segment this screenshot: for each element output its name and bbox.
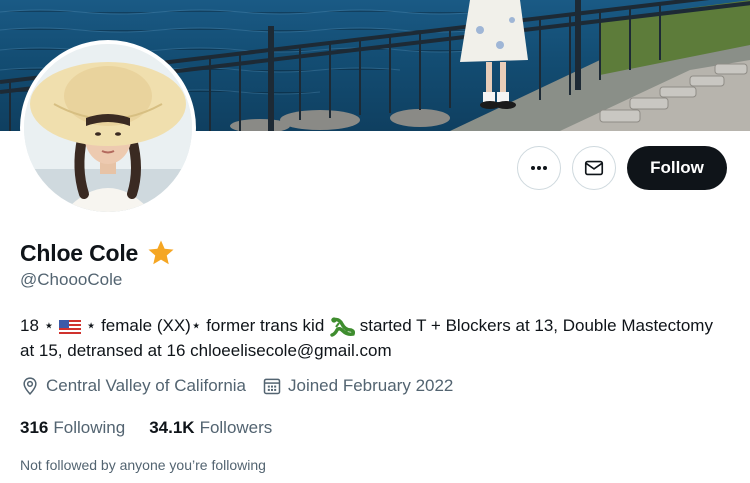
following-link[interactable]: 316 Following — [20, 418, 125, 438]
profile-handle: @ChoooCole — [20, 270, 123, 289]
not-followed-notice: Not followed by anyone you’re following — [20, 457, 266, 473]
followers-link[interactable]: 34.1K Followers — [149, 418, 272, 438]
following-count: 316 — [20, 418, 49, 437]
profile-bio: 18 ⋆ ⋆ female (XX)⋆ former trans kid sta… — [20, 313, 720, 363]
star-icon[interactable] — [146, 238, 176, 268]
more-button[interactable] — [517, 146, 561, 190]
profile-location: Central Valley of California — [20, 376, 246, 396]
bio-text-2: ⋆ female (XX)⋆ former trans kid — [81, 316, 330, 335]
profile-meta: Central Valley of California Joined Febr… — [20, 376, 469, 396]
profile-name-row: Chloe Cole — [20, 238, 176, 268]
avatar-photo — [24, 44, 192, 212]
us-flag-icon — [59, 319, 81, 334]
followers-label: Followers — [199, 418, 273, 437]
bio-text-1: 18 ⋆ — [20, 316, 59, 335]
profile-joined: Joined February 2022 — [262, 376, 453, 396]
followers-count: 34.1K — [149, 418, 195, 437]
joined-text: Joined February 2022 — [288, 376, 454, 395]
calendar-icon — [263, 378, 281, 395]
profile-stats: 316 Following 34.1K Followers — [20, 418, 296, 438]
follow-button[interactable]: Follow — [627, 146, 727, 190]
envelope-icon — [584, 160, 604, 176]
profile-name: Chloe Cole — [20, 239, 139, 266]
profile-avatar[interactable] — [20, 40, 196, 216]
lizard-icon — [330, 316, 356, 337]
more-icon — [531, 166, 547, 170]
location-text: Central Valley of California — [46, 376, 246, 395]
following-label: Following — [53, 418, 126, 437]
location-pin-icon — [23, 377, 37, 395]
message-button[interactable] — [572, 146, 616, 190]
